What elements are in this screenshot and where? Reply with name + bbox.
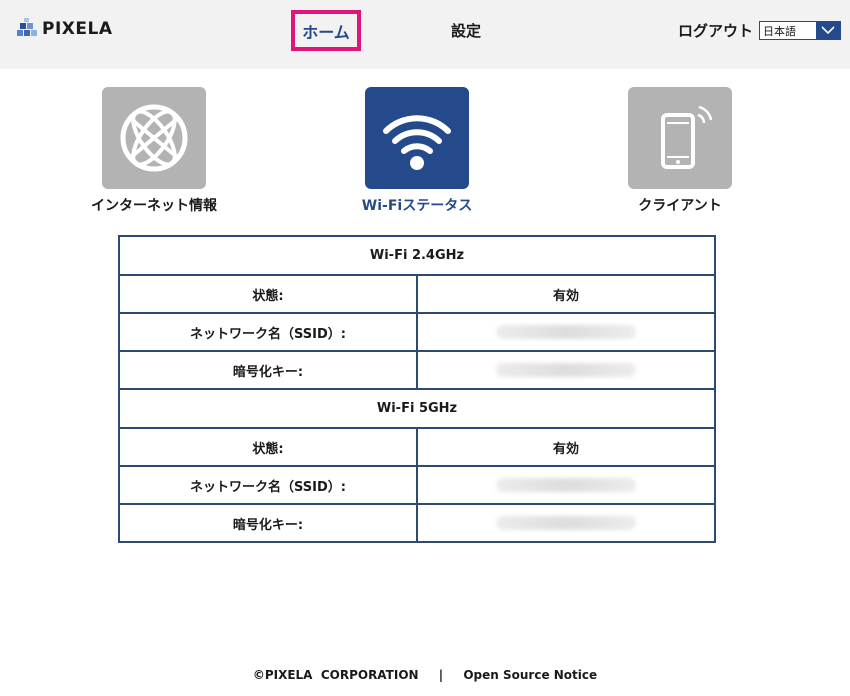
language-value: 日本語	[763, 24, 796, 38]
wifi-24-status-value: 有効	[416, 274, 716, 314]
redacted-value	[496, 363, 636, 377]
tile-label-internet[interactable]: インターネット情報	[54, 195, 254, 215]
wifi-5-ssid-label: ネットワーク名（SSID）:	[118, 465, 418, 505]
footer-separator: |	[438, 668, 444, 682]
pixela-logo: PIXELA	[16, 18, 113, 40]
footer: ©PIXELA CORPORATION | Open Source Notice	[0, 668, 850, 682]
wifi-24-key-label: 暗号化キー:	[118, 350, 418, 390]
table-row: ネットワーク名（SSID）:	[118, 312, 716, 352]
redacted-value	[496, 516, 636, 530]
wifi-5-title: Wi-Fi 5GHz	[118, 388, 716, 429]
wifi-5-status-value: 有効	[416, 427, 716, 467]
table-row: ネットワーク名（SSID）:	[118, 465, 716, 505]
wifi-5-key-label: 暗号化キー:	[118, 503, 418, 543]
logout-link[interactable]: ログアウト	[678, 18, 753, 42]
smartphone-icon	[661, 105, 713, 169]
tile-label-wifi-status[interactable]: Wi-Fiステータス	[317, 195, 517, 215]
wifi-5-ssid-value	[416, 465, 716, 505]
header-bar: PIXELA ホーム 設定 ログアウト 日本語	[0, 0, 850, 69]
wifi-24-title: Wi-Fi 2.4GHz	[118, 235, 716, 276]
table-row: 暗号化キー:	[118, 503, 716, 543]
open-source-notice-link[interactable]: Open Source Notice	[463, 668, 597, 682]
wifi-24-ssid-value	[416, 312, 716, 352]
table-row: 暗号化キー:	[118, 350, 716, 390]
nav-settings-tab[interactable]: 設定	[440, 18, 492, 42]
nav-home-tab[interactable]: ホーム	[291, 10, 361, 51]
wifi-24-key-value	[416, 350, 716, 390]
language-select[interactable]: 日本語	[759, 21, 841, 40]
table-row: 状態: 有効	[118, 274, 716, 314]
logo-text: PIXELA	[42, 19, 113, 39]
wifi-icon	[383, 115, 451, 170]
wifi-24-status-label: 状態:	[118, 274, 418, 314]
clients-tile[interactable]	[628, 87, 732, 189]
chevron-down-icon[interactable]	[816, 22, 840, 39]
redacted-value	[496, 478, 636, 492]
wifi-status-tile[interactable]	[365, 87, 469, 189]
redacted-value	[496, 325, 636, 339]
table-row: Wi-Fi 2.4GHz	[118, 235, 716, 276]
wifi-5-key-value	[416, 503, 716, 543]
wifi-5-status-label: 状態:	[118, 427, 418, 467]
internet-info-tile[interactable]	[102, 87, 206, 189]
table-row: 状態: 有効	[118, 427, 716, 467]
table-row: Wi-Fi 5GHz	[118, 388, 716, 429]
cube-logo-icon	[17, 18, 37, 36]
wifi-24-ssid-label: ネットワーク名（SSID）:	[118, 312, 418, 352]
wifi-status-table: Wi-Fi 2.4GHz 状態: 有効 ネットワーク名（SSID）: 暗号化キー…	[118, 235, 716, 543]
globe-icon	[120, 104, 188, 172]
copyright-text: ©PIXELA CORPORATION	[252, 668, 419, 682]
tile-label-clients[interactable]: クライアント	[580, 195, 780, 215]
